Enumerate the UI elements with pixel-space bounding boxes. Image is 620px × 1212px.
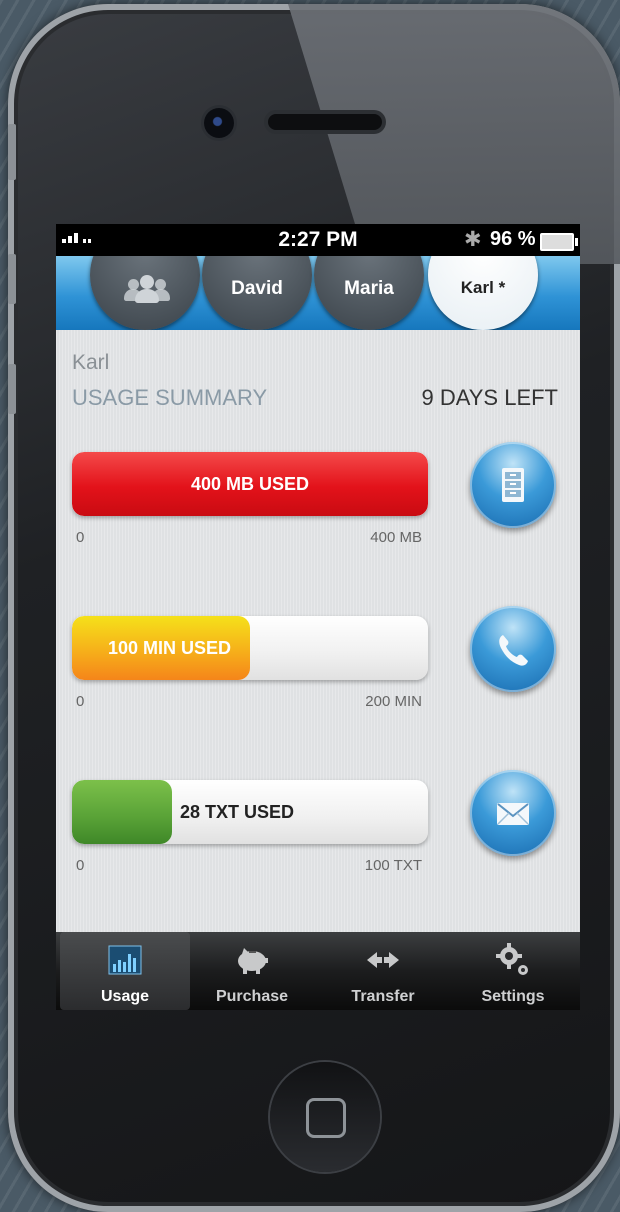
gears-icon [496, 943, 528, 975]
tab-settings[interactable]: Settings [448, 932, 578, 1010]
mute-switch [8, 124, 16, 180]
bluetooth-icon: ✱ [464, 228, 482, 251]
bar-chart-icon [108, 945, 142, 975]
tab-group[interactable] [90, 256, 200, 330]
account-owner-name: Karl [72, 351, 110, 374]
front-camera [204, 108, 234, 138]
volume-down-button [8, 364, 16, 414]
envelope-icon [497, 803, 529, 825]
minutes-usage-bar: 100 MIN USED [72, 616, 428, 680]
app-screen: 2:27 PM ✱ 96 % David Maria Karl * Karl U… [56, 224, 580, 1010]
tab-usage-label: Usage [100, 988, 150, 1005]
volume-up-button [8, 254, 16, 304]
minutes-usage-label: 100 MIN USED [108, 638, 232, 658]
tab-david[interactable]: David [202, 256, 312, 330]
tab-purchase-label: Purchase [215, 988, 289, 1005]
earpiece-speaker [268, 114, 382, 130]
piggy-bank-icon [238, 948, 268, 974]
home-square-icon [306, 1098, 346, 1138]
phone-icon [499, 635, 528, 666]
data-details-button[interactable] [470, 442, 556, 528]
battery-percent: 96 % [490, 228, 536, 250]
tab-label: Karl * [460, 278, 506, 297]
minutes-details-button[interactable] [470, 606, 556, 692]
data-usage-label: 400 MB USED [190, 474, 310, 494]
texts-usage-fill [72, 780, 172, 844]
tab-label: David [231, 278, 283, 299]
days-left-label: 9 DAYS LEFT [421, 385, 558, 410]
tab-maria[interactable]: Maria [314, 256, 424, 330]
data-usage-bar: 400 MB USED [72, 452, 428, 516]
tab-transfer[interactable]: Transfer [318, 932, 448, 1010]
battery-icon [540, 233, 578, 251]
transfer-arrows-icon [367, 952, 399, 968]
texts-scale-min: 0 [76, 857, 85, 874]
account-tabs: David Maria Karl * [56, 256, 580, 330]
usage-summary-title: USAGE SUMMARY [72, 385, 268, 410]
tab-label: Maria [344, 278, 394, 299]
texts-usage-bar: 28 TXT USED [72, 780, 428, 844]
tab-transfer-label: Transfer [351, 988, 415, 1005]
bottom-tab-bar: Usage Purchase Transfer Settings [56, 932, 580, 1010]
home-button[interactable] [270, 1062, 380, 1172]
texts-details-button[interactable] [470, 770, 556, 856]
tab-purchase[interactable]: Purchase [187, 932, 317, 1010]
texts-scale-max: 100 TXT [364, 857, 422, 874]
status-bar: 2:27 PM ✱ 96 % [56, 224, 580, 256]
tab-karl[interactable]: Karl * [428, 256, 538, 330]
texts-usage-label: 28 TXT USED [180, 802, 295, 822]
tab-usage[interactable]: Usage [60, 932, 190, 1010]
minutes-scale-min: 0 [76, 693, 85, 710]
group-icon [124, 275, 170, 303]
tab-settings-label: Settings [481, 988, 545, 1005]
minutes-scale-max: 200 MIN [365, 693, 422, 710]
file-cabinet-icon [502, 468, 524, 502]
data-scale-max: 400 MB [370, 529, 422, 546]
data-scale-min: 0 [76, 529, 85, 546]
